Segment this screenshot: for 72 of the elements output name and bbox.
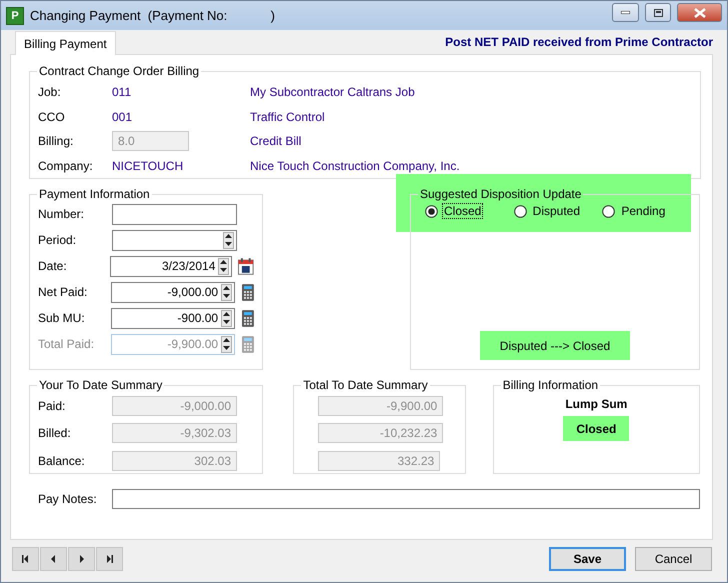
read-only-field: -9,302.03: [112, 423, 237, 444]
field-label: Billing:: [38, 134, 74, 148]
field-description: My Subcontractor Caltrans Job: [250, 85, 416, 100]
field-label: Sub MU:: [38, 311, 86, 325]
field-value: 011: [112, 85, 132, 100]
field-description: Credit Bill: [250, 134, 302, 148]
group-title: Total To Date Summary: [302, 378, 429, 392]
last-record-button[interactable]: [96, 547, 123, 571]
cancel-button[interactable]: Cancel: [635, 547, 712, 571]
group-title: Suggested Disposition Update: [419, 187, 582, 201]
group-title: Your To Date Summary: [38, 378, 164, 392]
maximize-icon: [654, 8, 662, 16]
field-label: CCO: [38, 110, 66, 124]
input-field[interactable]: [112, 204, 237, 224]
field-label: Balance:: [38, 454, 86, 468]
billing-type: Lump Sum: [565, 397, 628, 411]
input-field[interactable]: -9,000.00: [111, 282, 236, 302]
field-label: Pay Notes:: [38, 492, 98, 506]
field-label: Period:: [38, 233, 78, 247]
close-button[interactable]: [677, 3, 722, 22]
field-label: Net Paid:: [38, 285, 88, 299]
header-note: Post NET PAID received from Prime Contractor: [445, 35, 713, 49]
field-value: NICETOUCH: [112, 158, 184, 173]
minimize-button[interactable]: [612, 3, 639, 22]
tab[interactable]: Billing Payment: [15, 31, 116, 55]
first-record-button[interactable]: [12, 547, 39, 571]
field-label: Number:: [38, 207, 86, 221]
field-value: 001: [112, 110, 134, 124]
next-button[interactable]: [68, 547, 95, 571]
read-only-field: 302.03: [112, 450, 237, 471]
maximize-button[interactable]: [645, 3, 671, 22]
field-description: Nice Touch Construction Company, Inc.: [250, 158, 461, 173]
field-label: Billed:: [38, 426, 72, 440]
save-button[interactable]: Save: [549, 547, 626, 571]
close-icon: [694, 8, 706, 18]
field-label: Total Paid:: [38, 337, 96, 351]
input-field[interactable]: [112, 230, 237, 250]
field-label: Date:: [38, 259, 68, 273]
read-only-field: 332.23: [318, 450, 440, 471]
calculator-icon[interactable]: [242, 284, 254, 300]
field-label: Job:: [38, 85, 62, 100]
group-title: Contract Change Order Billing: [38, 64, 200, 78]
app-icon: P: [6, 6, 24, 24]
spinner-arrows[interactable]: [223, 232, 234, 248]
status-label: Disputed ---> Closed: [480, 331, 630, 360]
spinner-arrows[interactable]: [221, 284, 232, 300]
field-label: Company:: [38, 158, 94, 173]
field-description: Traffic Control: [250, 110, 326, 124]
triangle-arrow-icon: [78, 555, 85, 563]
read-only-field: -9,000.00: [112, 396, 237, 416]
previous-button[interactable]: [40, 547, 67, 571]
field-label: Paid:: [38, 398, 66, 413]
spinner-arrows[interactable]: [218, 258, 230, 274]
group-title: Billing Information: [502, 378, 600, 392]
spinner-arrows[interactable]: [221, 310, 232, 326]
radio-option[interactable]: Disputed: [514, 203, 602, 219]
calculator-icon[interactable]: [242, 310, 254, 326]
input-field[interactable]: 3/23/2014: [110, 256, 232, 276]
read-only-field: -10,232.23: [318, 423, 444, 444]
status-badge: Closed: [563, 416, 630, 441]
window-title: Changing Payment (Payment No: ): [30, 8, 276, 23]
triangle-arrow-icon: [50, 555, 57, 563]
read-only-field: -9,900.00: [318, 396, 444, 416]
minimize-icon: [621, 11, 630, 14]
notes-field[interactable]: [112, 489, 700, 509]
calendar-icon[interactable]: [238, 258, 254, 274]
input-field[interactable]: -900.00: [111, 308, 236, 328]
radio-option[interactable]: Pending: [602, 203, 692, 219]
skip-arrow-icon: [106, 555, 113, 563]
group-title: Payment Information: [38, 187, 151, 201]
radio-option[interactable]: Closed: [425, 203, 514, 219]
skip-arrow-icon: [22, 555, 29, 563]
